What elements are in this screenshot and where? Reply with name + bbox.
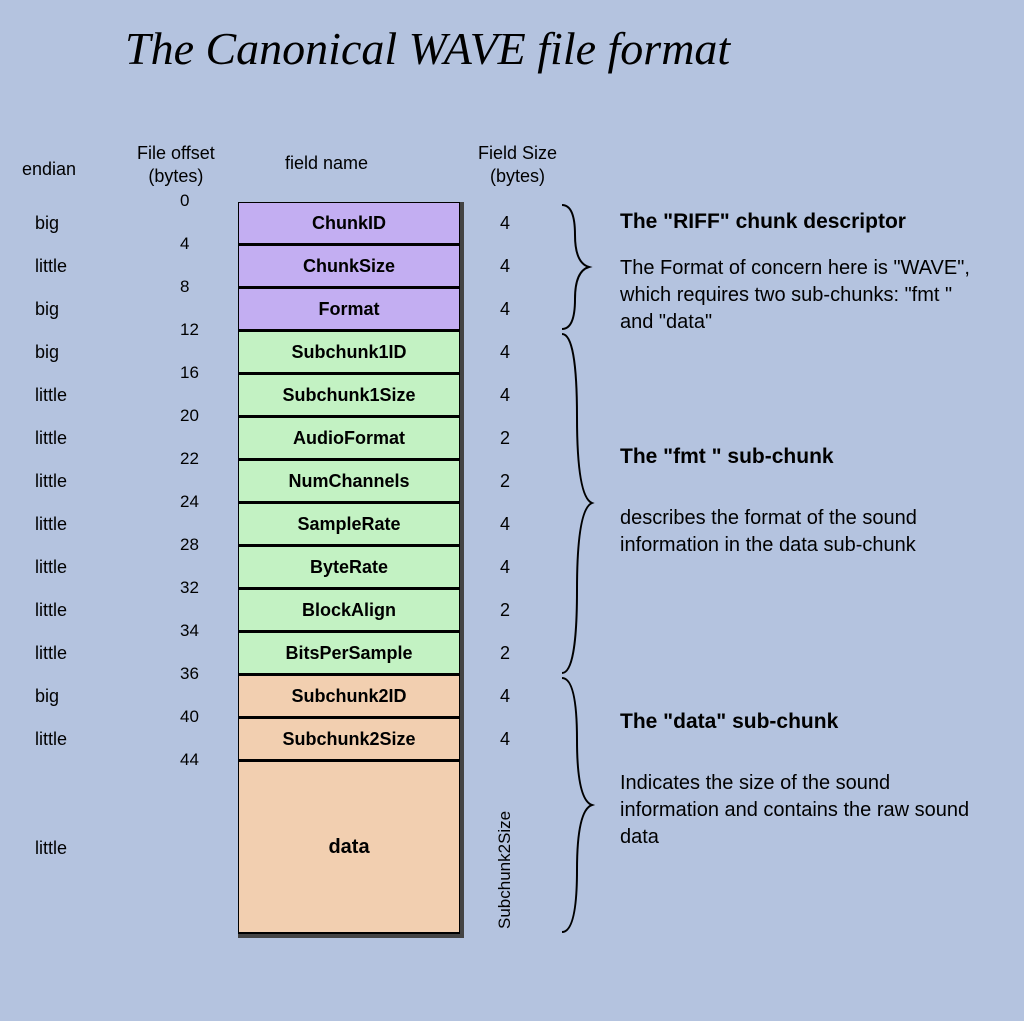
endian-label: big [35, 213, 95, 234]
offset-label: 32 [180, 578, 220, 598]
header-fieldsize: Field Size (bytes) [478, 142, 557, 187]
endian-label: little [35, 514, 95, 535]
offset-label: 8 [180, 277, 220, 297]
section-desc-riff: The Format of concern here is "WAVE", wh… [620, 255, 990, 336]
endian-label: big [35, 299, 95, 320]
endian-label: little [35, 428, 95, 449]
field-bitspersample: BitsPerSample [238, 632, 460, 675]
field-subchunk1size: Subchunk1Size [238, 374, 460, 417]
section-title-fmt: The "fmt " sub-chunk [620, 445, 834, 469]
endian-label: little [35, 838, 95, 859]
field-size: 4 [500, 385, 540, 406]
endian-label: big [35, 686, 95, 707]
field-size-vertical: Subchunk2Size [495, 811, 515, 929]
field-size: 4 [500, 686, 540, 707]
field-audioformat: AudioFormat [238, 417, 460, 460]
endian-label: little [35, 729, 95, 750]
field-numchannels: NumChannels [238, 460, 460, 503]
page-title: The Canonical WAVE file format [125, 22, 730, 75]
field-size: 2 [500, 600, 540, 621]
brace-data [557, 676, 597, 934]
wave-format-diagram: ChunkIDChunkSizeFormatSubchunk1IDSubchun… [238, 202, 464, 938]
field-chunksize: ChunkSize [238, 245, 460, 288]
header-endian: endian [22, 158, 76, 181]
field-samplerate: SampleRate [238, 503, 460, 546]
header-fieldname: field name [285, 152, 368, 175]
field-blockalign: BlockAlign [238, 589, 460, 632]
endian-label: little [35, 600, 95, 621]
section-desc-fmt: describes the format of the sound inform… [620, 505, 990, 559]
offset-label: 28 [180, 535, 220, 555]
field-size: 4 [500, 342, 540, 363]
field-size: 4 [500, 213, 540, 234]
offset-label: 16 [180, 363, 220, 383]
field-format: Format [238, 288, 460, 331]
field-subchunk2size: Subchunk2Size [238, 718, 460, 761]
field-subchunk2id: Subchunk2ID [238, 675, 460, 718]
endian-label: little [35, 256, 95, 277]
header-offset: File offset (bytes) [137, 142, 215, 187]
section-desc-data: Indicates the size of the sound informat… [620, 770, 990, 851]
offset-label: 0 [180, 191, 220, 211]
endian-label: little [35, 471, 95, 492]
offset-label: 44 [180, 750, 220, 770]
endian-label: little [35, 643, 95, 664]
field-size: 2 [500, 428, 540, 449]
offset-label: 20 [180, 406, 220, 426]
offset-label: 36 [180, 664, 220, 684]
field-byterate: ByteRate [238, 546, 460, 589]
offset-label: 34 [180, 621, 220, 641]
brace-fmt [557, 332, 597, 675]
field-data: data [238, 761, 460, 934]
field-size: 4 [500, 729, 540, 750]
field-size: 4 [500, 256, 540, 277]
endian-label: little [35, 557, 95, 578]
field-size: 4 [500, 299, 540, 320]
field-size: 4 [500, 514, 540, 535]
field-size: 2 [500, 471, 540, 492]
offset-label: 24 [180, 492, 220, 512]
section-title-riff: The "RIFF" chunk descriptor [620, 210, 906, 234]
endian-label: little [35, 385, 95, 406]
brace-riff [557, 203, 597, 331]
field-subchunk1id: Subchunk1ID [238, 331, 460, 374]
endian-label: big [35, 342, 95, 363]
offset-label: 4 [180, 234, 220, 254]
field-size: 4 [500, 557, 540, 578]
field-chunkid: ChunkID [238, 202, 460, 245]
offset-label: 22 [180, 449, 220, 469]
offset-label: 40 [180, 707, 220, 727]
offset-label: 12 [180, 320, 220, 340]
section-title-data: The "data" sub-chunk [620, 710, 838, 734]
field-size: 2 [500, 643, 540, 664]
